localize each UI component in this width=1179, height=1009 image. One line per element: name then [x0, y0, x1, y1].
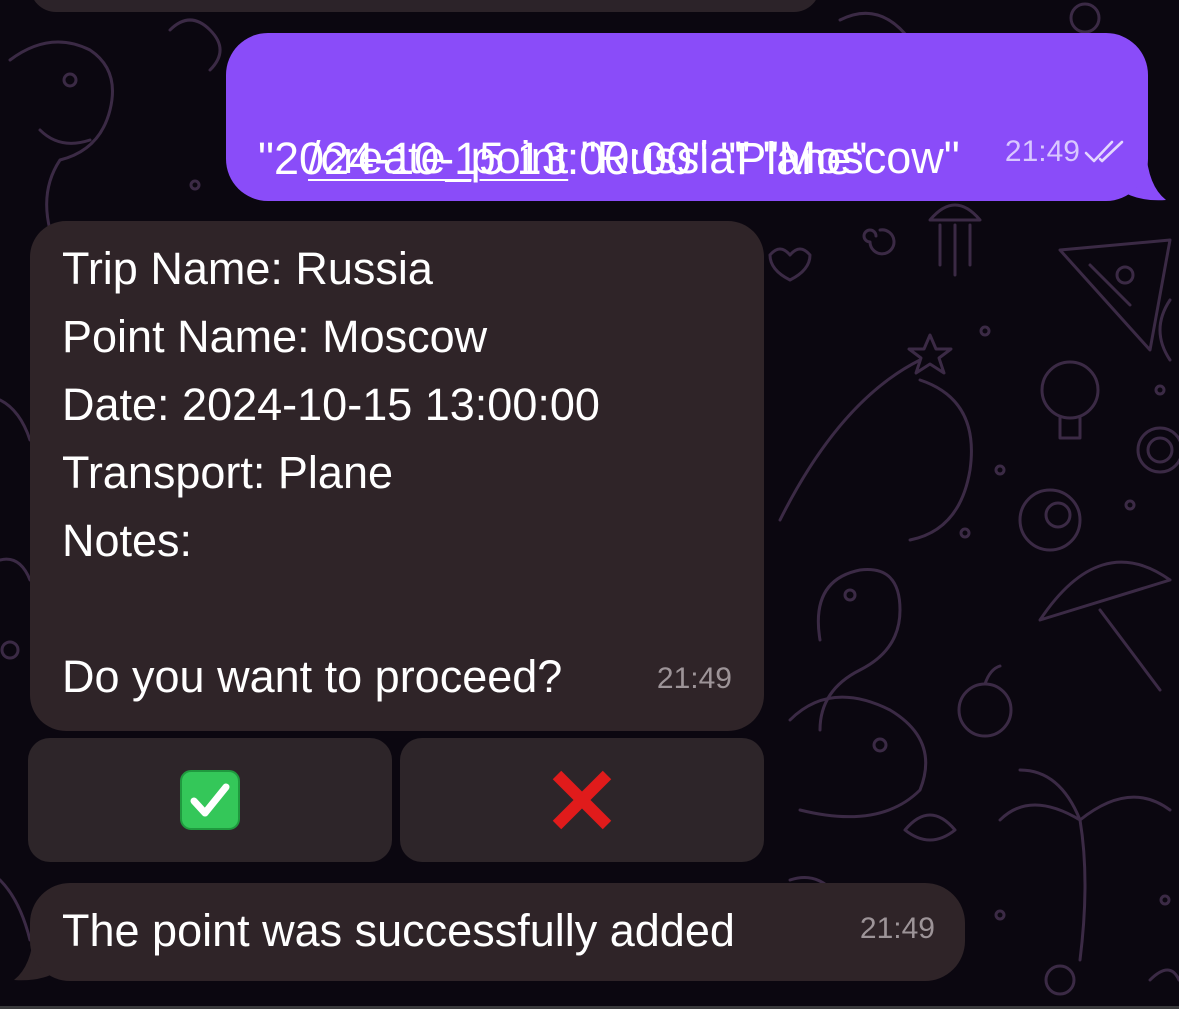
point-name-line: Point Name: Moscow	[62, 311, 488, 362]
notes-line: Notes:	[62, 515, 193, 566]
outgoing-message-meta: 21:49	[1005, 118, 1128, 185]
trip-name-line: Trip Name: Russia	[62, 243, 433, 294]
confirm-button[interactable]	[28, 738, 392, 862]
red-cross-emoji-icon	[552, 770, 612, 830]
cancel-button[interactable]	[400, 738, 764, 862]
message-time: 21:49	[1004, 135, 1080, 168]
message-time: 21:49	[859, 912, 935, 945]
result-message-bubble: The point was successfully added 21:49	[30, 883, 965, 981]
double-check-icon	[1084, 140, 1124, 162]
green-check-emoji-icon	[180, 770, 240, 830]
transport-line: Transport: Plane	[62, 447, 393, 498]
message-time: 21:49	[656, 662, 732, 695]
command-args-line-2: "2024-10-15 13:00:00" "Plane"	[258, 133, 868, 184]
proceed-question-line: Do you want to proceed?	[62, 651, 563, 702]
outgoing-message-bubble: /create_point "Russia" "Moscow" "2024-10…	[226, 33, 1148, 201]
date-line: Date: 2024-10-15 13:00:00	[62, 379, 600, 430]
previous-message-bubble	[30, 0, 820, 12]
result-text: The point was successfully added	[62, 905, 735, 956]
confirmation-message-bubble: Trip Name: Russia Point Name: Moscow Dat…	[30, 221, 764, 731]
